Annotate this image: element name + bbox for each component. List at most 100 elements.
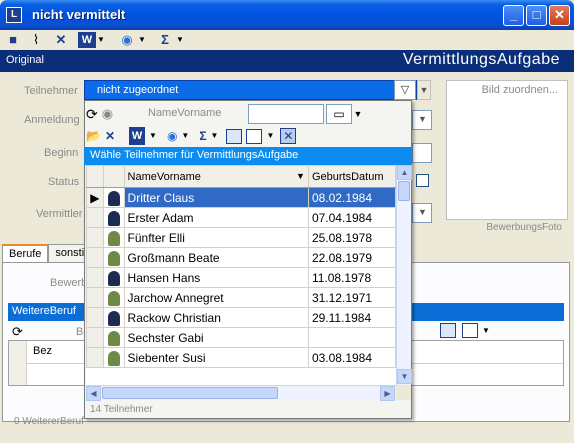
cell-birthdate[interactable]: 22.08.1979 [307,247,397,268]
new-document-icon[interactable]: ▭ [326,104,352,124]
delete-icon[interactable]: ✕ [105,127,115,145]
delete-icon[interactable]: ✕ [52,32,70,48]
table-row[interactable]: Sechster Gabi [86,327,397,348]
sum-icon[interactable]: Σ [156,32,174,48]
close-button[interactable]: ✕ [549,5,570,26]
column-header-bez[interactable]: Bez [33,345,52,357]
cell-birthdate[interactable] [307,327,397,348]
row-indicator[interactable] [86,227,104,248]
cell-name[interactable]: Rackow Christian [123,307,309,328]
combo-dropdown-button[interactable]: ▽ [394,80,416,100]
table-view-icon[interactable] [440,323,456,338]
cell-name[interactable]: Erster Adam [123,207,309,228]
attach-icon[interactable]: ⌇ [28,32,44,48]
row-indicator[interactable] [86,207,104,228]
cell-birthdate[interactable]: 25.08.1978 [307,227,397,248]
table-row[interactable]: Jarchow Annegret 31.12.1971 [86,287,397,308]
row-indicator[interactable] [86,307,104,328]
search-input[interactable] [248,104,324,124]
table-view-icon[interactable] [226,128,243,144]
scroll-corner [396,385,411,400]
cell-birthdate[interactable]: 11.08.1978 [307,267,397,288]
teilnehmer-combo[interactable]: nicht zugeordnet [84,80,417,100]
close-popup-icon[interactable]: ✕ [280,128,297,144]
cell-name[interactable]: Sechster Gabi [123,327,309,348]
scroll-up-icon[interactable]: ▲ [397,165,412,180]
word-icon[interactable]: W [78,32,96,48]
cell-name[interactable]: Jarchow Annegret [123,287,309,308]
table-row[interactable]: Hansen Hans 11.08.1978 [86,267,397,288]
table-row[interactable]: Erster Adam 07.04.1984 [86,207,397,228]
row-indicator[interactable] [86,287,104,308]
cell-birthdate[interactable]: 07.04.1984 [307,207,397,228]
photo-box[interactable] [446,80,568,220]
photo-caption: BewerbungsFoto [486,222,562,233]
row-indicator[interactable] [86,327,104,348]
open-folder-icon[interactable]: 📂 [86,127,101,145]
sort-icon: ▼ [296,170,305,181]
globe-dropdown-icon[interactable]: ▼ [181,127,189,145]
document-dropdown-icon[interactable]: ▼ [352,104,364,124]
row-indicator[interactable] [86,267,104,288]
word-dropdown-icon[interactable]: ▼ [149,127,157,145]
scroll-left-icon[interactable]: ◀ [86,386,101,401]
status-checkbox[interactable] [416,174,429,187]
refresh-icon[interactable]: ⟳ [86,105,98,123]
form-view-icon[interactable] [462,323,478,338]
sum-dropdown-icon[interactable]: ▼ [176,32,184,48]
column-header-date[interactable]: GeburtsDatum [307,165,397,188]
photo-assign-link[interactable]: Bild zuordnen... [482,84,558,96]
maximize-button[interactable]: □ [526,5,547,26]
stop-icon[interactable]: ◉ [102,105,113,123]
horizontal-scrollbar[interactable]: ◀ ▶ [86,385,396,401]
word-icon[interactable]: W [129,127,146,145]
scroll-right-icon[interactable]: ▶ [380,386,395,401]
globe-icon[interactable]: ◉ [118,32,136,48]
label-bewerb: Bewerb [50,277,88,289]
view-dropdown-icon[interactable]: ▼ [482,326,490,335]
label-anmeldung: Anmeldung [24,114,80,126]
app-icon[interactable]: L [6,7,22,23]
table-row[interactable]: Fünfter Elli 25.08.1978 [86,227,397,248]
beginn-field[interactable] [412,143,432,163]
label-vermittler: Vermittler [36,208,83,220]
cell-birthdate[interactable]: 08.02.1984 [307,187,397,208]
scroll-down-icon[interactable]: ▼ [397,369,412,384]
minimize-button[interactable]: _ [503,5,524,26]
view-dropdown-icon[interactable]: ▼ [266,127,274,145]
row-indicator[interactable] [86,247,104,268]
tab-berufe[interactable]: Berufe [2,244,49,262]
cell-name[interactable]: Hansen Hans [123,267,309,288]
table-row[interactable]: ▶ Dritter Claus 08.02.1984 [86,187,397,208]
form-view-icon[interactable] [246,128,263,144]
cell-name[interactable]: Dritter Claus [123,187,309,208]
sum-dropdown-icon[interactable]: ▼ [211,127,219,145]
cell-birthdate[interactable]: 29.11.1984 [307,307,397,328]
cell-name[interactable]: Großmann Beate [123,247,309,268]
table-row[interactable]: Rackow Christian 29.11.1984 [86,307,397,328]
row-indicator[interactable] [86,347,104,368]
chevron-down-icon: ▼ [418,207,427,217]
cell-name[interactable]: Fünfter Elli [123,227,309,248]
table-row[interactable]: Großmann Beate 22.08.1979 [86,247,397,268]
vertical-scrollbar[interactable]: ▲ ▼ [396,165,412,385]
globe-icon[interactable]: ◉ [167,127,177,145]
cell-name[interactable]: Siebenter Susi [123,347,309,368]
cell-birthdate[interactable]: 31.12.1971 [307,287,397,308]
teilnehmer-grid[interactable]: NameVorname ▼ GeburtsDatum ▶ Dritter Claus… [86,165,397,385]
chevron-down-icon[interactable]: ▼ [417,80,431,100]
person-icon [102,187,125,208]
scroll-thumb-horizontal[interactable] [102,387,278,399]
refresh-icon[interactable]: ⟳ [12,324,23,340]
sum-icon[interactable]: Σ [199,127,206,145]
word-dropdown-icon[interactable]: ▼ [97,32,105,48]
person-icon [102,327,125,348]
row-indicator[interactable]: ▶ [86,187,104,208]
table-row[interactable]: Siebenter Susi 03.08.1984 [86,347,397,368]
cell-birthdate[interactable]: 03.08.1984 [307,347,397,368]
column-header-name[interactable]: NameVorname ▼ [123,165,309,188]
globe-dropdown-icon[interactable]: ▼ [138,32,146,48]
save-icon[interactable]: ■ [4,32,22,48]
label-beginn: Beginn [44,147,79,159]
scroll-thumb[interactable] [398,181,410,201]
